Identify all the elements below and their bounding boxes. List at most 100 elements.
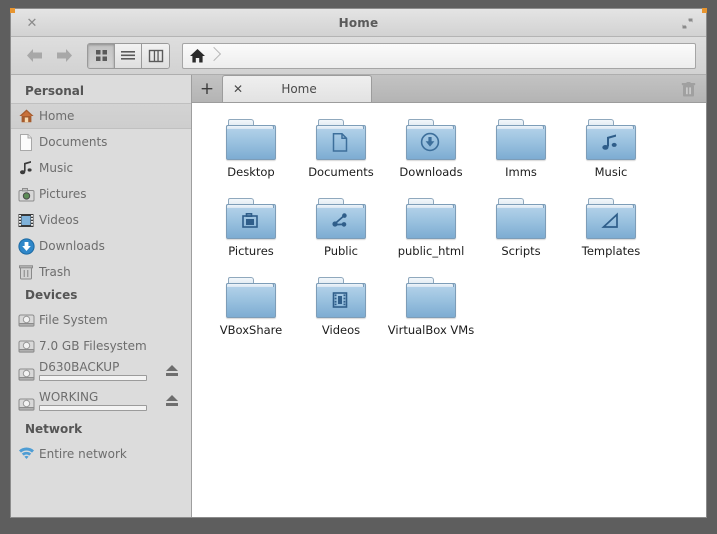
sidebar-item-home[interactable]: Home [11,103,191,129]
tab-bar: + ✕ Home [192,75,706,103]
film-icon [315,283,365,317]
breadcrumb-home[interactable] [183,44,208,68]
file-item-pictures[interactable]: Pictures [206,196,296,275]
sidebar-item-documents[interactable]: Documents [11,129,191,155]
sidebar-item-label: Music [39,161,74,175]
forward-button[interactable] [49,43,77,69]
window-close-button[interactable]: ✕ [21,12,43,34]
file-label: Videos [321,323,361,337]
drive-icon [17,311,35,329]
file-item-virtualbox-vms[interactable]: VirtualBox VMs [386,275,476,354]
folder-icon [225,275,277,321]
eject-icon[interactable] [165,365,179,378]
file-item-templates[interactable]: Templates [566,196,656,275]
home-icon [17,107,35,125]
drive-icon [17,365,35,383]
view-list-button[interactable] [115,43,142,68]
content-pane: + ✕ Home Desktop Documents Downloads Imm… [192,75,706,517]
folder-icon [495,196,547,242]
file-item-public[interactable]: Public [296,196,386,275]
sidebar-item-music[interactable]: Music [11,155,191,181]
tab-close-icon[interactable]: ✕ [233,82,243,96]
sidebar-item-working[interactable]: WORKING [11,389,191,419]
sidebar-item-videos[interactable]: Videos [11,207,191,233]
folder-icon [405,117,457,163]
file-item-desktop[interactable]: Desktop [206,117,296,196]
sidebar-item-file-system[interactable]: File System [11,307,191,333]
file-item-music[interactable]: Music [566,117,656,196]
file-label: Public [323,244,359,258]
file-item-videos[interactable]: Videos [296,275,386,354]
music-note-icon [585,125,635,159]
sidebar-item-label: File System [39,313,108,327]
path-bar[interactable] [182,42,696,69]
sidebar-item-label: Documents [39,135,108,149]
columns-icon [148,49,163,62]
sidebar-item-pictures[interactable]: Pictures [11,181,191,207]
file-label: Downloads [399,165,463,179]
list-icon [121,50,135,60]
home-icon [190,48,205,62]
sidebar-section-devices-title: Devices [25,288,78,302]
grid-icon [95,50,107,61]
file-label: Desktop [227,165,275,179]
window-body: Personal Home Documents Music Pictures V… [11,75,706,517]
file-item-public-html[interactable]: public_html [386,196,476,275]
file-item-imms[interactable]: Imms [476,117,566,196]
sidebar-item-label: Home [39,109,75,123]
ruler-icon [585,204,635,238]
file-label: public_html [397,244,465,258]
film-icon [17,211,35,229]
new-tab-button[interactable]: + [192,75,222,102]
drive-icon [17,395,35,413]
file-label: VirtualBox VMs [387,323,475,337]
window-corner-accent-right [702,8,707,13]
sidebar-item-downloads[interactable]: Downloads [11,233,191,259]
trash-icon [17,263,35,281]
file-item-downloads[interactable]: Downloads [386,117,476,196]
folder-icon [585,196,637,242]
folder-icon [315,117,367,163]
folder-icon [585,117,637,163]
camera-icon [225,204,275,238]
title-bar: ✕ Home [11,9,706,37]
window-maximize-button[interactable] [676,12,698,34]
file-label: VBoxShare [219,323,283,337]
capacity-bar [39,405,147,411]
sidebar-section-personal-title: Personal [25,84,84,98]
sidebar-item-label: Downloads [39,239,105,253]
sidebar-item-label: 7.0 GB Filesystem [39,339,147,353]
maximize-icon [682,18,692,28]
folder-icon [405,275,457,321]
sidebar-item-trash[interactable]: Trash [11,259,191,285]
eject-icon[interactable] [165,395,179,408]
tab-home[interactable]: ✕ Home [222,75,372,102]
folder-icon [225,196,277,242]
trash-button[interactable] [678,79,698,99]
music-note-icon [17,159,35,177]
file-grid: Desktop Documents Downloads Imms Music P… [192,103,706,517]
file-item-scripts[interactable]: Scripts [476,196,566,275]
sidebar-item-entire-network[interactable]: Entire network [11,441,191,467]
capacity-bar [39,375,147,381]
file-label: Pictures [228,244,274,258]
file-item-documents[interactable]: Documents [296,117,386,196]
view-compact-button[interactable] [142,43,169,68]
folder-icon [315,196,367,242]
view-mode-group [87,42,170,69]
back-button[interactable] [21,43,49,69]
folder-icon [495,117,547,163]
camera-icon [17,185,35,203]
file-label: Templates [581,244,641,258]
window-corner-accent-left [10,8,15,13]
file-label: Scripts [501,244,541,258]
sidebar-section-network-title: Network [25,422,83,436]
download-icon [405,125,455,159]
file-manager-window: ✕ Home Personal Home Documents Music Pic… [10,8,707,518]
folder-icon [405,196,457,242]
file-item-vboxshare[interactable]: VBoxShare [206,275,296,354]
sidebar-item-label: Videos [39,213,79,227]
sidebar-item-d630backup[interactable]: D630BACKUP [11,359,191,389]
view-icons-button[interactable] [88,43,115,68]
sidebar-item-7gb-filesystem[interactable]: 7.0 GB Filesystem [11,333,191,359]
